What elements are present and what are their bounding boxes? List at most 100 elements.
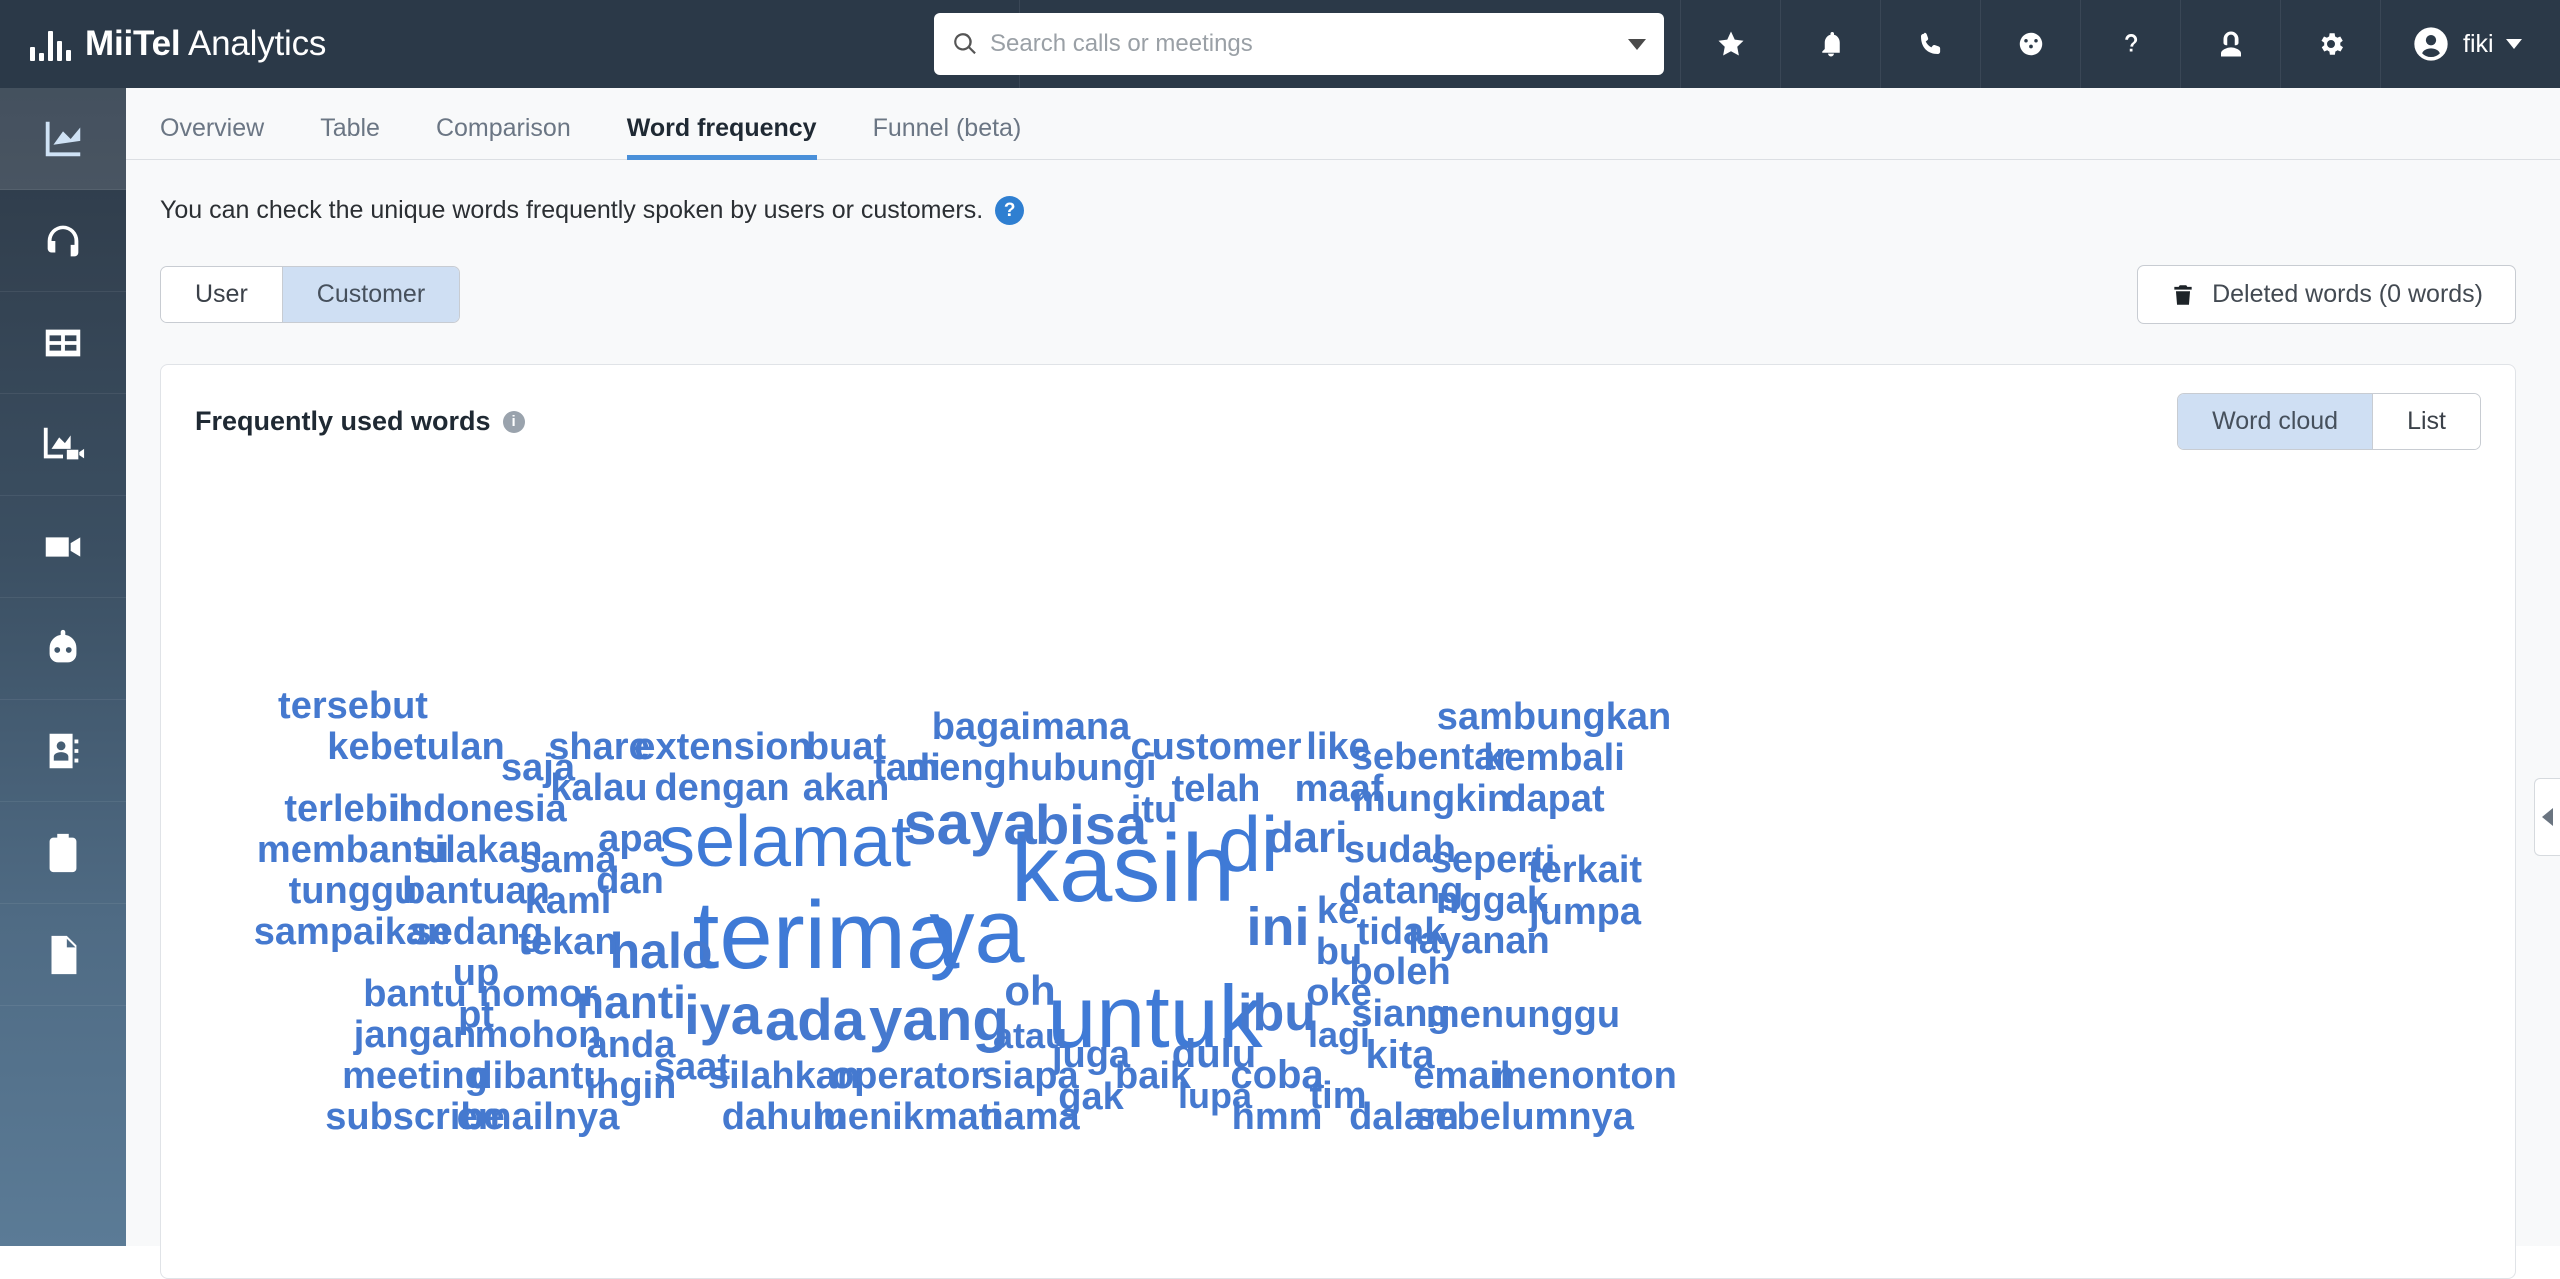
global-search[interactable]: [934, 13, 1664, 75]
question-circle-icon[interactable]: ?: [995, 196, 1024, 225]
area-chart-icon: [40, 116, 86, 162]
word-cloud-item[interactable]: terima: [693, 888, 960, 984]
left-sidebar: [0, 88, 126, 1246]
tab-table[interactable]: Table: [320, 114, 380, 159]
word-cloud-item[interactable]: bantu: [363, 975, 466, 1013]
view-option-list[interactable]: List: [2373, 394, 2480, 449]
word-cloud-item[interactable]: meeting: [342, 1057, 488, 1095]
word-cloud-item[interactable]: terlebih: [284, 790, 421, 828]
word-cloud-item[interactable]: terkait: [1528, 851, 1642, 889]
view-option-word-cloud[interactable]: Word cloud: [2178, 394, 2373, 449]
word-cloud-item[interactable]: iya: [684, 987, 762, 1043]
word-cloud-card: Frequently used words i Word cloud List …: [160, 364, 2516, 1279]
user-menu[interactable]: fiki: [2380, 0, 2548, 88]
waveform-icon: [30, 27, 71, 61]
speaker-option-user[interactable]: User: [161, 267, 283, 322]
word-cloud-item[interactable]: tersebut: [278, 687, 428, 725]
word-cloud-item[interactable]: customer: [1130, 728, 1301, 766]
info-icon[interactable]: i: [503, 411, 525, 433]
tab-overview[interactable]: Overview: [160, 114, 264, 159]
tab-comparison[interactable]: Comparison: [436, 114, 571, 159]
word-cloud-item[interactable]: ada: [765, 992, 865, 1050]
panel-collapse-handle[interactable]: [2534, 778, 2560, 856]
description-text: You can check the unique words frequentl…: [160, 196, 983, 225]
user-circle-icon: [2411, 24, 2451, 64]
sidebar-item-analytics[interactable]: [0, 88, 126, 190]
gear-icon[interactable]: [2280, 0, 2380, 88]
speaker-option-customer[interactable]: Customer: [283, 267, 459, 322]
sidebar-item-documents[interactable]: [0, 904, 126, 1006]
word-cloud-item[interactable]: subscribe: [325, 1098, 505, 1136]
sidebar-item-contacts[interactable]: [0, 700, 126, 802]
word-cloud-item[interactable]: sebelumnya: [1414, 1098, 1634, 1136]
card-title-text: Frequently used words: [195, 406, 491, 437]
brand-rest: Analytics: [180, 24, 326, 63]
app-logo[interactable]: MiiTel Analytics: [0, 0, 1020, 88]
sidebar-item-table[interactable]: [0, 292, 126, 394]
chevron-left-icon: [2542, 808, 2553, 826]
word-cloud-item[interactable]: oh: [1004, 970, 1055, 1012]
document-icon: [40, 932, 86, 978]
chevron-down-icon[interactable]: [1628, 39, 1646, 50]
sidebar-item-video[interactable]: [0, 496, 126, 598]
word-cloud-item[interactable]: itu: [1131, 791, 1177, 829]
word-cloud-item[interactable]: yang: [869, 990, 1009, 1050]
word-cloud: terimakasihuntukyaselamatdisayayangadaiy…: [161, 464, 2451, 1254]
word-cloud-item[interactable]: membantu: [257, 831, 449, 869]
gauge-icon[interactable]: [1980, 0, 2080, 88]
address-book-icon: [40, 728, 86, 774]
sidebar-item-bot[interactable]: [0, 598, 126, 700]
word-cloud-item[interactable]: siapa: [981, 1057, 1078, 1095]
sidebar-item-meeting-analytics[interactable]: [0, 394, 126, 496]
word-cloud-item[interactable]: silahkan: [708, 1057, 860, 1095]
word-cloud-item[interactable]: selamat: [659, 806, 911, 878]
word-cloud-item[interactable]: menonton: [1493, 1057, 1677, 1095]
word-cloud-item[interactable]: mungkin: [1352, 780, 1510, 818]
word-cloud-item[interactable]: dari: [1267, 816, 1348, 860]
sidebar-item-checklist[interactable]: [0, 802, 126, 904]
word-cloud-item[interactable]: telah: [1172, 770, 1261, 808]
card-title: Frequently used words i: [195, 406, 525, 437]
bell-icon[interactable]: [1780, 0, 1880, 88]
word-cloud-item[interactable]: dengan: [654, 769, 789, 807]
word-cloud-item[interactable]: dapat: [1503, 780, 1604, 818]
word-cloud-item[interactable]: extension: [634, 728, 811, 766]
chevron-down-icon[interactable]: [2506, 39, 2522, 49]
header-icon-group: fiki: [1680, 0, 2548, 88]
word-cloud-item[interactable]: halo: [610, 926, 713, 976]
top-header: MiiTel Analytics: [0, 0, 2560, 88]
word-cloud-item[interactable]: tunggu: [289, 872, 418, 910]
question-icon[interactable]: [2080, 0, 2180, 88]
search-input[interactable]: [990, 30, 1618, 58]
word-cloud-item[interactable]: menghubungi: [905, 749, 1156, 787]
table-icon: [40, 320, 86, 366]
word-cloud-item[interactable]: sambungkan: [1437, 698, 1671, 736]
speaker-toggle: User Customer: [160, 266, 460, 323]
word-cloud-item[interactable]: kembali: [1483, 739, 1625, 777]
headset-icon: [40, 218, 86, 264]
tab-word-frequency[interactable]: Word frequency: [627, 114, 817, 159]
word-cloud-item[interactable]: ya: [929, 887, 1024, 977]
tab-bar: Overview Table Comparison Word frequency…: [126, 88, 2560, 160]
word-cloud-item[interactable]: menunggu: [1426, 996, 1620, 1034]
chart-video-icon: [40, 422, 86, 468]
robot-icon: [40, 626, 86, 672]
word-cloud-item[interactable]: kebetulan: [327, 728, 504, 766]
word-cloud-item[interactable]: sampaikan: [254, 913, 450, 951]
word-cloud-item[interactable]: dahulu: [722, 1098, 847, 1136]
brand-bold: MiiTel: [85, 24, 180, 63]
trash-icon: [2170, 282, 2196, 308]
word-cloud-item[interactable]: atau: [993, 1018, 1067, 1054]
word-cloud-item[interactable]: ini: [1247, 900, 1310, 954]
page-description: You can check the unique words frequentl…: [126, 160, 2560, 225]
deleted-words-button[interactable]: Deleted words (0 words): [2137, 265, 2516, 324]
word-cloud-item[interactable]: bagaimana: [932, 708, 1131, 746]
tab-funnel-beta[interactable]: Funnel (beta): [873, 114, 1022, 159]
word-cloud-item[interactable]: saya: [903, 794, 1036, 854]
word-cloud-item[interactable]: jumpa: [1529, 893, 1641, 931]
agent-headset-icon[interactable]: [2180, 0, 2280, 88]
phone-icon[interactable]: [1880, 0, 1980, 88]
card-header: Frequently used words i Word cloud List: [161, 365, 2515, 450]
sidebar-item-calls[interactable]: [0, 190, 126, 292]
star-icon[interactable]: [1680, 0, 1780, 88]
